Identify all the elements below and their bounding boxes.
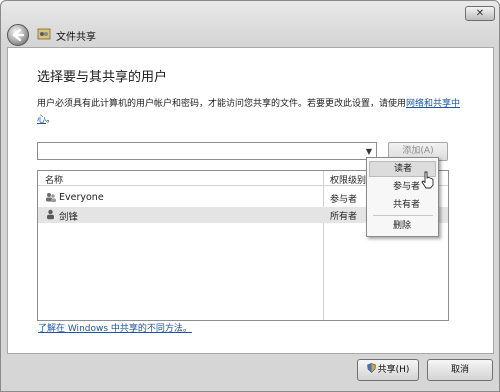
description-prefix: 用户必须具有此计算机的用户帐户和密码，才能访问您共享的文件。若要更改此设置，请使…	[37, 99, 407, 109]
combobox-dropdown-icon[interactable]: ▼	[366, 147, 372, 156]
permission-level[interactable]: 参与者	[330, 192, 357, 205]
window-title: 文件共享	[56, 32, 96, 43]
user-name: 剑锋	[59, 212, 79, 223]
menu-item-remove[interactable]: 删除	[369, 218, 436, 234]
share-button[interactable]: 共享(H)	[357, 359, 419, 381]
mouse-cursor-icon	[421, 171, 434, 189]
menu-item-label: 参与者	[393, 182, 421, 192]
column-header-name[interactable]: 名称	[45, 173, 63, 186]
cancel-button[interactable]: 取消	[427, 359, 493, 381]
user-icon	[47, 209, 54, 220]
column-header-permission[interactable]: 权限级别	[330, 173, 366, 186]
user-picker-combobox[interactable]: ▼	[37, 142, 377, 160]
back-arrow-icon	[12, 28, 25, 42]
permission-level[interactable]: 所有者	[330, 209, 357, 222]
permission-menu: 读者 参与者 共有者 删除	[366, 157, 439, 237]
close-button[interactable]: ✕	[465, 6, 495, 21]
sharing-methods-help-link[interactable]: 了解在 Windows 中共享的不同方法。	[38, 321, 192, 334]
uac-shield-icon	[366, 363, 376, 373]
page-heading: 选择要与其共享的用户	[37, 70, 168, 85]
menu-item-co-owner[interactable]: 共有者	[369, 197, 436, 213]
description-suffix: 。	[46, 115, 56, 125]
file-sharing-window: ✕ 文件共享 选择要与其共享的用户 用户必须具有此计算机的用户帐户和密码，才能访…	[0, 0, 500, 392]
description-text: 用户必须具有此计算机的用户帐户和密码，才能访问您共享的文件。若要更改此设置，请使…	[37, 96, 477, 128]
users-icon	[46, 193, 56, 202]
share-button-label: 共享(H)	[377, 365, 410, 375]
shared-folder-icon	[37, 28, 51, 40]
user-name: Everyone	[59, 192, 104, 203]
back-button[interactable]	[7, 24, 29, 46]
menu-separator	[373, 215, 433, 216]
